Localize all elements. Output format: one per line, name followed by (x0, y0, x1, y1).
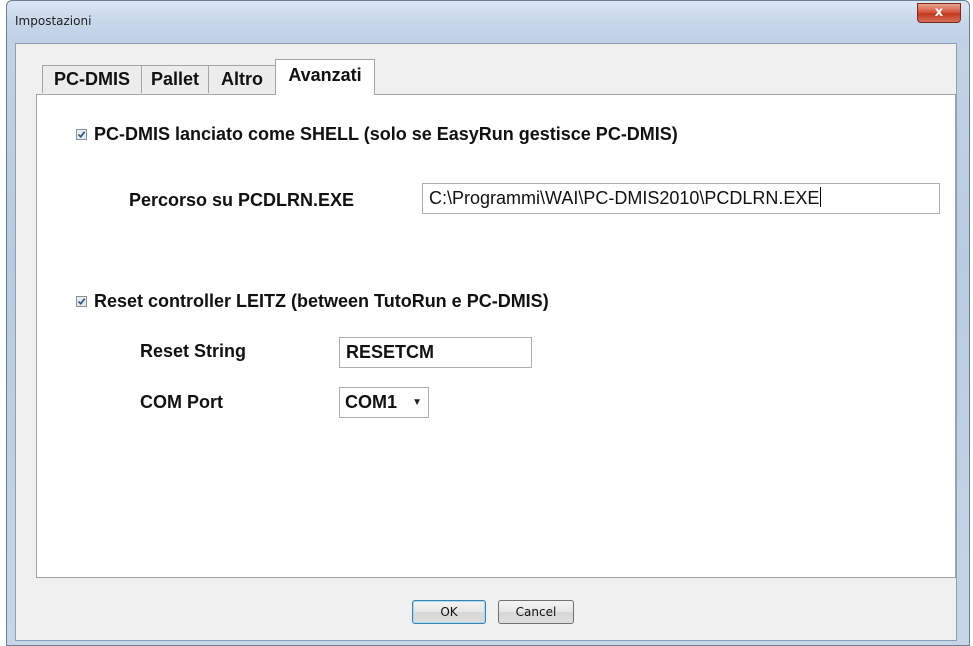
checkmark-icon (77, 131, 86, 139)
com-port-value: COM1 (345, 392, 398, 412)
tab-label: Altro (221, 69, 263, 89)
tab-label: Avanzati (288, 65, 362, 85)
settings-dialog: Impostazioni x PC-DMIS Pallet Altro Avan… (6, 0, 970, 646)
tab-pallet[interactable]: Pallet (141, 65, 209, 93)
path-input[interactable]: C:\Programmi\WAI\PC-DMIS2010\PCDLRN.EXE (422, 183, 940, 214)
reset-checkbox-label[interactable]: Reset controller LEITZ (between TutoRun … (94, 291, 549, 312)
reset-string-label: Reset String (140, 341, 247, 361)
close-icon: x (934, 5, 944, 20)
com-port-label: COM Port (140, 392, 223, 412)
shell-checkbox-label[interactable]: PC-DMIS lanciato come SHELL (solo se Eas… (94, 124, 678, 145)
window-title: Impostazioni (15, 14, 92, 28)
shell-checkbox[interactable] (76, 129, 87, 140)
reset-checkbox[interactable] (76, 296, 87, 307)
tab-pc-dmis[interactable]: PC-DMIS (42, 65, 142, 93)
dialog-body: PC-DMIS Pallet Altro Avanzati PC-DMIS la… (15, 43, 957, 641)
ok-button-label: OK (440, 605, 458, 619)
tab-label: PC-DMIS (54, 69, 130, 89)
cancel-button[interactable]: Cancel (498, 600, 574, 624)
path-label: Percorso su PCDLRN.EXE (129, 190, 355, 210)
tab-avanzati[interactable]: Avanzati (275, 59, 375, 95)
reset-string-input[interactable]: RESETCM (339, 337, 532, 368)
tab-label: Pallet (150, 69, 200, 89)
path-value: C:\Programmi\WAI\PC-DMIS2010\PCDLRN.EXE (429, 188, 820, 208)
chevron-down-icon[interactable]: ▼ (412, 388, 422, 418)
title-bar[interactable]: Impostazioni x (7, 1, 969, 43)
com-port-select[interactable]: COM1 ▼ (339, 387, 429, 418)
cancel-button-label: Cancel (515, 605, 557, 619)
text-caret (820, 187, 822, 207)
reset-string-value: RESETCM (346, 342, 435, 362)
advanced-tab-panel: PC-DMIS lanciato come SHELL (solo se Eas… (36, 94, 956, 578)
tab-altro[interactable]: Altro (208, 65, 276, 93)
ok-button[interactable]: OK (412, 600, 486, 624)
checkmark-icon (77, 298, 86, 306)
close-button[interactable]: x (917, 3, 961, 23)
